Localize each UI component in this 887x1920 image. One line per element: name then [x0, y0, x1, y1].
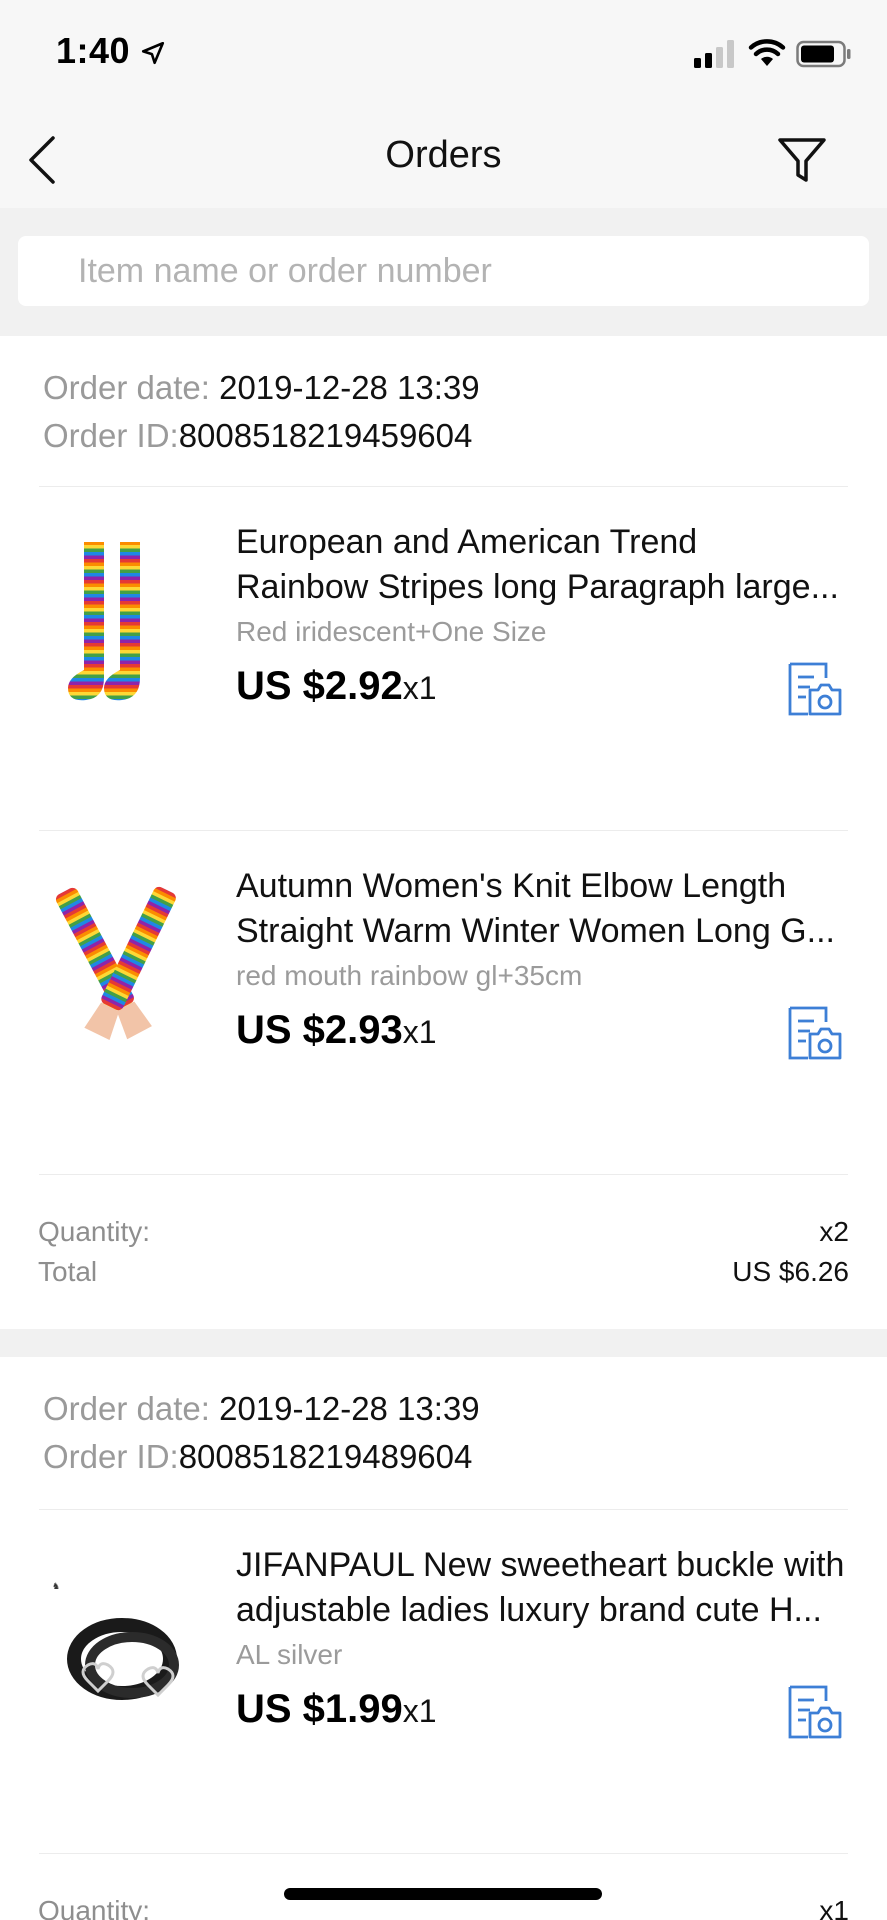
svg-text:♞: ♞ — [52, 1581, 60, 1591]
item-title: European and American Trend Rainbow Stri… — [236, 520, 846, 610]
order-snapshot-icon[interactable] — [784, 660, 844, 720]
filter-button[interactable] — [774, 128, 830, 192]
location-arrow-icon — [141, 41, 165, 65]
quantity-label: Quantity: — [38, 1216, 151, 1247]
item-price: US $2.92x1 — [236, 664, 437, 709]
divider — [39, 1174, 848, 1175]
item-price: US $1.99x1 — [236, 1687, 437, 1732]
search-input[interactable] — [18, 236, 869, 306]
quantity-value: x2 — [819, 1216, 849, 1247]
wifi-icon — [748, 39, 786, 66]
order-date-value: 2019-12-28 13:39 — [219, 1390, 480, 1427]
item-title: Autumn Women's Knit Elbow Length Straigh… — [236, 864, 846, 954]
item-sku: Red iridescent+One Size — [236, 616, 547, 647]
order-card[interactable]: Order date: 2019-12-28 13:39 Order ID:80… — [0, 336, 887, 1329]
quantity-label: Quantity: — [38, 1895, 151, 1920]
item-price-value: US $2.92 — [236, 664, 403, 708]
divider — [39, 830, 848, 831]
item-quantity: x1 — [402, 670, 437, 706]
item-price: US $2.93x1 — [236, 1008, 437, 1053]
order-card[interactable]: Order date: 2019-12-28 13:39 Order ID:80… — [0, 1357, 887, 1920]
item-quantity: x1 — [402, 1014, 437, 1050]
order-item[interactable]: ♞ JIFANPAUL New sweetheart buckle with a… — [0, 1521, 887, 1821]
divider — [39, 1853, 848, 1854]
order-id-value: 8008518219489604 — [178, 1438, 473, 1475]
item-title-line: European and American Trend — [236, 523, 698, 561]
order-id-label: Order ID: — [43, 417, 179, 454]
home-indicator[interactable] — [284, 1888, 602, 1900]
order-item[interactable]: European and American Trend Rainbow Stri… — [0, 498, 887, 798]
order-id-value: 8008518219459604 — [178, 417, 473, 454]
order-date-label: Order date: — [43, 369, 220, 406]
nav-bar: Orders — [0, 110, 887, 208]
battery-icon — [796, 40, 851, 68]
page-title: Orders — [385, 134, 502, 176]
item-title-line: Autumn Women's Knit Elbow Length — [236, 867, 787, 905]
order-header: Order date: 2019-12-28 13:39 Order ID:80… — [43, 1385, 480, 1481]
section-gap — [0, 1329, 887, 1357]
item-sku: AL silver — [236, 1639, 343, 1670]
item-price-value: US $1.99 — [236, 1687, 403, 1731]
order-date-label: Order date: — [43, 1390, 220, 1427]
order-item[interactable]: Autumn Women's Knit Elbow Length Straigh… — [0, 842, 887, 1142]
order-header: Order date: 2019-12-28 13:39 Order ID:80… — [43, 364, 480, 460]
total-label: Total — [38, 1256, 98, 1287]
cellular-signal-icon — [694, 40, 734, 68]
total-row: Total US $6.26 — [38, 1252, 849, 1292]
order-summary: Quantity: x2 Total US $6.26 — [38, 1212, 849, 1292]
rainbow-arm-warmers-image — [55, 886, 176, 1041]
order-date-value: 2019-12-28 13:39 — [219, 369, 480, 406]
divider — [39, 1509, 848, 1510]
order-snapshot-icon[interactable] — [784, 1683, 844, 1743]
item-title-line: adjustable ladies luxury brand cute H... — [236, 1591, 822, 1629]
item-price-value: US $2.93 — [236, 1008, 403, 1052]
order-id-label: Order ID: — [43, 1438, 179, 1475]
black-heart-buckle-belt-image: ♞ — [52, 1581, 179, 1700]
item-title-line: Rainbow Stripes long Paragraph large... — [236, 568, 839, 606]
status-bar: 1:40 — [0, 0, 887, 110]
item-title: JIFANPAUL New sweetheart buckle with adj… — [236, 1543, 846, 1633]
order-id-row: Order ID:8008518219459604 — [43, 412, 480, 460]
total-value: US $6.26 — [732, 1256, 849, 1287]
filter-funnel-icon — [778, 138, 826, 182]
status-time: 1:40 — [56, 30, 131, 71]
rainbow-striped-socks-image — [68, 542, 140, 701]
quantity-value: x1 — [819, 1895, 849, 1920]
divider — [39, 486, 848, 487]
item-title-line: JIFANPAUL New sweetheart buckle with — [236, 1546, 845, 1584]
quantity-row: Quantity: x2 — [38, 1212, 849, 1252]
order-id-row: Order ID:8008518219489604 — [43, 1433, 480, 1481]
order-date-row: Order date: 2019-12-28 13:39 — [43, 1385, 480, 1433]
order-snapshot-icon[interactable] — [784, 1004, 844, 1064]
search-bar — [0, 208, 887, 336]
order-date-row: Order date: 2019-12-28 13:39 — [43, 364, 480, 412]
item-sku: red mouth rainbow gl+35cm — [236, 960, 583, 991]
item-quantity: x1 — [402, 1693, 437, 1729]
item-title-line: Straight Warm Winter Women Long G... — [236, 912, 835, 950]
